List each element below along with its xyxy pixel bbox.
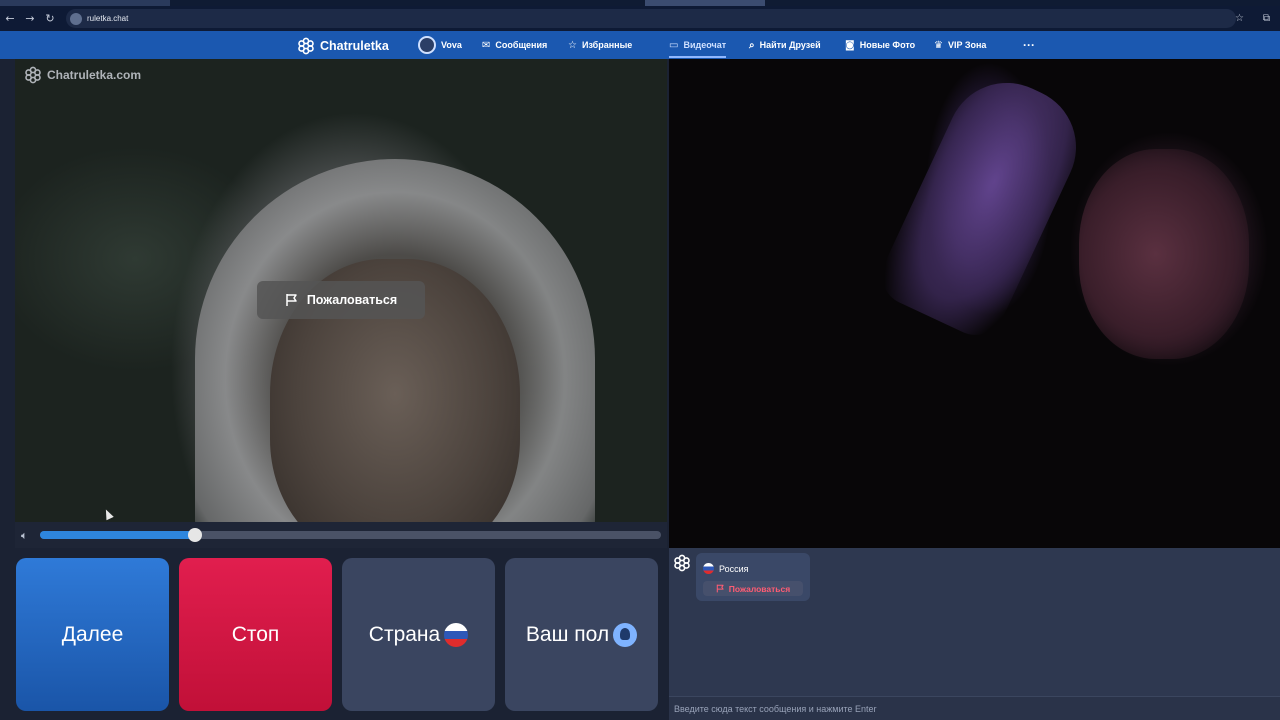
- video-subject-hand: [872, 63, 1096, 345]
- chatruletka-logo-icon: [25, 66, 41, 84]
- nav-messages-label: Сообщения: [495, 40, 548, 50]
- volume-slider-fill: [40, 531, 196, 539]
- volume-control: 🔈︎: [15, 522, 667, 548]
- gender-button-label: Ваш пол: [525, 622, 610, 646]
- crown-icon: ♛: [934, 39, 943, 51]
- star-icon: ☆: [568, 39, 577, 51]
- bookmark-star-icon[interactable]: ☆: [1235, 13, 1244, 24]
- user-gender-icon: [613, 622, 638, 647]
- russia-flag-icon: [703, 563, 714, 574]
- partner-country-label: Россия: [719, 563, 749, 574]
- flag-icon: [716, 584, 724, 593]
- flag-icon: [286, 294, 297, 306]
- stop-button[interactable]: Стоп: [179, 558, 332, 711]
- country-button[interactable]: Страна: [342, 558, 495, 711]
- nav-new-photos-label: Новые Фото: [859, 40, 916, 50]
- speaker-icon[interactable]: 🔈︎: [21, 529, 28, 543]
- gender-button[interactable]: Ваш пол: [505, 558, 658, 711]
- site-info-icon[interactable]: [70, 12, 82, 25]
- address-bar[interactable]: ruletka.chat: [66, 9, 1236, 28]
- camera-icon: ◙: [845, 39, 855, 51]
- chatruletka-logo-icon: [674, 554, 690, 572]
- browser-toolbar: ← → ↻ ruletka.chat ☆ ⧉: [0, 6, 1280, 31]
- nav-vip[interactable]: ♛ VIP Зона: [934, 31, 986, 59]
- more-icon: ···: [1023, 38, 1035, 52]
- reload-icon[interactable]: ↻: [40, 9, 60, 29]
- chat-input-placeholder: Введите сюда текст сообщения и нажмите E…: [674, 704, 877, 714]
- partner-country: Россия: [703, 563, 749, 574]
- nav-user[interactable]: Vova: [418, 31, 462, 59]
- report-button-label: Пожаловаться: [306, 293, 398, 307]
- nav-new-photos[interactable]: ◙ Новые Фото: [845, 31, 915, 59]
- nav-videochat-label: Видеочат: [683, 40, 727, 50]
- nav-favorites[interactable]: ☆ Избранные: [568, 31, 632, 59]
- site-navbar: Chatruletka Vova ✉ Сообщения ☆ Избранные…: [0, 31, 1280, 59]
- country-button-label: Страна: [368, 622, 441, 646]
- stop-button-label: Стоп: [231, 622, 280, 646]
- system-message-card: Россия Пожаловаться: [696, 553, 810, 601]
- brand-name: Chatruletka: [320, 39, 389, 53]
- video-icon: ▭: [669, 39, 679, 51]
- russia-flag-icon: [444, 622, 469, 647]
- nav-videochat[interactable]: ▭ Видеочат: [669, 31, 727, 59]
- nav-find-friends-label: Найти Друзей: [759, 40, 821, 50]
- watermark-text: Chatruletka.com: [47, 68, 142, 82]
- mail-icon: ✉: [482, 39, 491, 51]
- video-watermark: Chatruletka.com: [24, 66, 141, 84]
- chatruletka-logo-icon: [298, 37, 314, 55]
- next-button[interactable]: Далее: [16, 558, 169, 711]
- volume-slider-thumb[interactable]: [188, 528, 203, 542]
- report-button[interactable]: Пожаловаться: [257, 281, 425, 319]
- forward-icon[interactable]: →: [20, 9, 40, 29]
- search-icon: ⌕: [749, 39, 755, 51]
- nav-user-label: Vova: [441, 40, 462, 50]
- chat-report-label: Пожаловаться: [728, 583, 791, 594]
- url-text[interactable]: ruletka.chat: [87, 14, 128, 23]
- extensions-icon[interactable]: ⧉: [1263, 13, 1270, 24]
- video-subject-head: [1079, 149, 1249, 359]
- nav-messages[interactable]: ✉ Сообщения: [482, 31, 547, 59]
- nav-favorites-label: Избранные: [581, 40, 633, 50]
- next-button-label: Далее: [61, 622, 124, 646]
- chat-message-input[interactable]: Введите сюда текст сообщения и нажмите E…: [669, 696, 1280, 720]
- control-panel: Далее Стоп Страна Ваш пол: [0, 548, 667, 720]
- chat-report-button[interactable]: Пожаловаться: [703, 581, 803, 596]
- site-logo[interactable]: Chatruletka: [297, 37, 389, 55]
- self-video: [669, 59, 1280, 548]
- nav-find-friends[interactable]: ⌕ Найти Друзей: [749, 31, 821, 59]
- back-icon[interactable]: ←: [0, 9, 20, 29]
- volume-slider[interactable]: [40, 528, 661, 542]
- chat-panel: Россия Пожаловаться Введите сюда текст с…: [669, 548, 1280, 720]
- more-menu-button[interactable]: ···: [1023, 31, 1035, 59]
- avatar: [418, 36, 436, 54]
- nav-vip-label: VIP Зона: [947, 40, 987, 50]
